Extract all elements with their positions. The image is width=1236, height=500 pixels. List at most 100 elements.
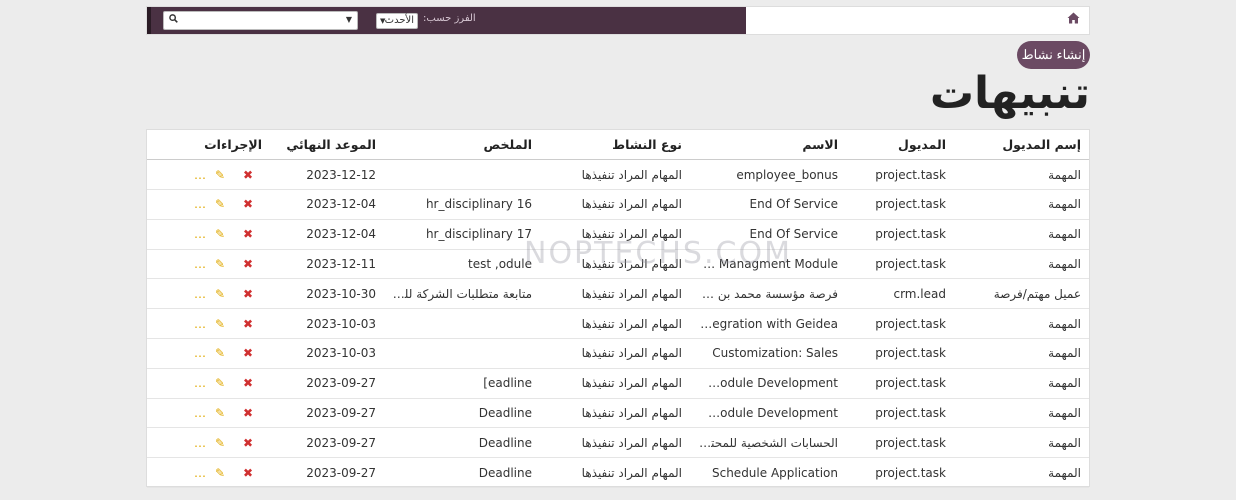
activities-table: إسم المديول المديول الاسم نوع النشاط الم…	[146, 129, 1090, 489]
cell-model-name: عميل مهتم/فرصة	[954, 278, 1089, 310]
cell-model-name: المهمة	[954, 219, 1089, 250]
cell-deadline: 2023-10-30	[270, 278, 384, 310]
cell-name: employee_bonus	[690, 159, 846, 191]
sort-select-value: الأحدث	[384, 15, 414, 26]
column-header-name[interactable]: الاسم	[690, 130, 846, 161]
table-row[interactable]: المهمة project.task End Of Service المهام ا…	[147, 219, 1089, 250]
column-header-actions: الإجراءات	[147, 130, 270, 161]
pencil-icon[interactable]: ✎	[206, 168, 234, 182]
cell-activity-type: المهام المراد تنفيذها	[540, 249, 690, 280]
pencil-icon[interactable]: ✎	[206, 257, 234, 271]
cell-actions: ✖✎✔	[147, 189, 270, 220]
column-header-model-name[interactable]: إسم المديول	[954, 130, 1089, 161]
cell-activity-type: المهام المراد تنفيذها	[540, 457, 690, 489]
table-row[interactable]: المهمة project.task End Of Service المهام ا…	[147, 189, 1089, 220]
cell-name: Loan Managment Module	[690, 249, 846, 280]
close-icon[interactable]: ✖	[234, 257, 262, 271]
close-icon[interactable]: ✖	[234, 346, 262, 360]
cell-summary	[384, 338, 540, 369]
cell-name: ary Module Development	[690, 368, 846, 399]
home-icon[interactable]	[1067, 12, 1081, 26]
column-header-module[interactable]: المديول	[846, 130, 954, 161]
search-input[interactable]: ▼	[163, 11, 358, 30]
cell-actions: ✖✎✔	[147, 249, 270, 280]
close-icon[interactable]: ✖	[234, 466, 262, 480]
table-row[interactable]: المهمة project.task ion Module Development…	[147, 398, 1089, 429]
cell-activity-type: المهام المراد تنفيذها	[540, 338, 690, 369]
table-row[interactable]: عميل مهتم/فرصة crm.lead فرصة مؤسسة محمد بن…	[147, 278, 1089, 310]
cell-deadline: 2023-09-27	[270, 427, 384, 459]
cell-deadline: 2023-09-27	[270, 457, 384, 489]
cell-module: project.task	[846, 189, 954, 220]
cell-actions: ✖✎✔	[147, 159, 270, 191]
cell-model-name: المهمة	[954, 308, 1089, 340]
cell-activity-type: المهام المراد تنفيذها	[540, 368, 690, 399]
cell-module: project.task	[846, 427, 954, 459]
cell-summary: Deadline	[384, 427, 540, 459]
cell-activity-type: المهام المراد تنفيذها	[540, 159, 690, 191]
cell-deadline: 2023-09-27	[270, 368, 384, 399]
close-icon[interactable]: ✖	[234, 406, 262, 420]
cell-actions: ✖✎✔	[147, 368, 270, 399]
cell-summary: Deadline	[384, 398, 540, 429]
cell-summary: hr_disciplinary 17	[384, 219, 540, 250]
cell-module: project.task	[846, 368, 954, 399]
table-row[interactable]: المهمة project.task Schedule Application ال…	[147, 457, 1089, 489]
cell-actions: ✖✎✔	[147, 398, 270, 429]
close-icon[interactable]: ✖	[234, 287, 262, 301]
cell-module: project.task	[846, 159, 954, 191]
create-activity-button[interactable]: إنشاء نشاط	[1017, 41, 1090, 69]
cell-name: End Of Service	[690, 189, 846, 220]
cell-summary: eadline]	[384, 368, 540, 399]
search-icon	[169, 14, 178, 26]
chevron-down-icon[interactable]: ▼	[346, 15, 352, 24]
cell-activity-type: المهام المراد تنفيذها	[540, 189, 690, 220]
column-header-deadline[interactable]: الموعد النهائي	[270, 130, 384, 161]
cell-deadline: 2023-12-11	[270, 249, 384, 280]
table-row[interactable]: المهمة project.task integration with Geide…	[147, 308, 1089, 340]
column-header-summary[interactable]: الملخص	[384, 130, 540, 161]
cell-model-name: المهمة	[954, 159, 1089, 191]
cell-activity-type: المهام المراد تنفيذها	[540, 398, 690, 429]
pencil-icon[interactable]: ✎	[206, 197, 234, 211]
pencil-icon[interactable]: ✎	[206, 406, 234, 420]
close-icon[interactable]: ✖	[234, 376, 262, 390]
table-row[interactable]: المهمة project.task Customization: Sales ال…	[147, 338, 1089, 369]
cell-actions: ✖✎✔	[147, 457, 270, 489]
cell-module: project.task	[846, 457, 954, 489]
close-icon[interactable]: ✖	[234, 436, 262, 450]
column-header-activity-type[interactable]: نوع النشاط	[540, 130, 690, 161]
pencil-icon[interactable]: ✎	[206, 346, 234, 360]
control-panel: ▼ الأحدث ▼ الفرز حسب:	[147, 7, 746, 34]
cell-name: Customization: Sales	[690, 338, 846, 369]
cell-name: Schedule Application	[690, 457, 846, 489]
cell-summary: متابعة متطلبات الشركة للت...	[384, 278, 540, 310]
cell-module: project.task	[846, 219, 954, 250]
cell-model-name: المهمة	[954, 457, 1089, 489]
cell-module: project.task	[846, 398, 954, 429]
table-row[interactable]: المهمة project.task Loan Managment Module ا…	[147, 249, 1089, 280]
cell-deadline: 2023-12-04	[270, 219, 384, 250]
table-row[interactable]: المهمة project.task ary Module Development…	[147, 368, 1089, 399]
page-title: تنبيهات	[929, 68, 1090, 119]
cell-module: crm.lead	[846, 278, 954, 310]
close-icon[interactable]: ✖	[234, 317, 262, 331]
top-bar: ▼ الأحدث ▼ الفرز حسب:	[146, 6, 1090, 35]
pencil-icon[interactable]: ✎	[206, 466, 234, 480]
cell-model-name: المهمة	[954, 338, 1089, 369]
pencil-icon[interactable]: ✎	[206, 317, 234, 331]
cell-deadline: 2023-12-12	[270, 159, 384, 191]
close-icon[interactable]: ✖	[234, 227, 262, 241]
pencil-icon[interactable]: ✎	[206, 436, 234, 450]
close-icon[interactable]: ✖	[234, 197, 262, 211]
cell-name: ion Module Development	[690, 398, 846, 429]
pencil-icon[interactable]: ✎	[206, 227, 234, 241]
cell-model-name: المهمة	[954, 189, 1089, 220]
pencil-icon[interactable]: ✎	[206, 376, 234, 390]
close-icon[interactable]: ✖	[234, 168, 262, 182]
pencil-icon[interactable]: ✎	[206, 287, 234, 301]
table-row[interactable]: المهمة project.task employee_bonus المهام ا…	[147, 159, 1089, 191]
sort-select[interactable]: الأحدث ▼	[376, 13, 418, 29]
cell-model-name: المهمة	[954, 249, 1089, 280]
table-row[interactable]: المهمة project.task الحسابات الشخصية للمحت…	[147, 427, 1089, 459]
